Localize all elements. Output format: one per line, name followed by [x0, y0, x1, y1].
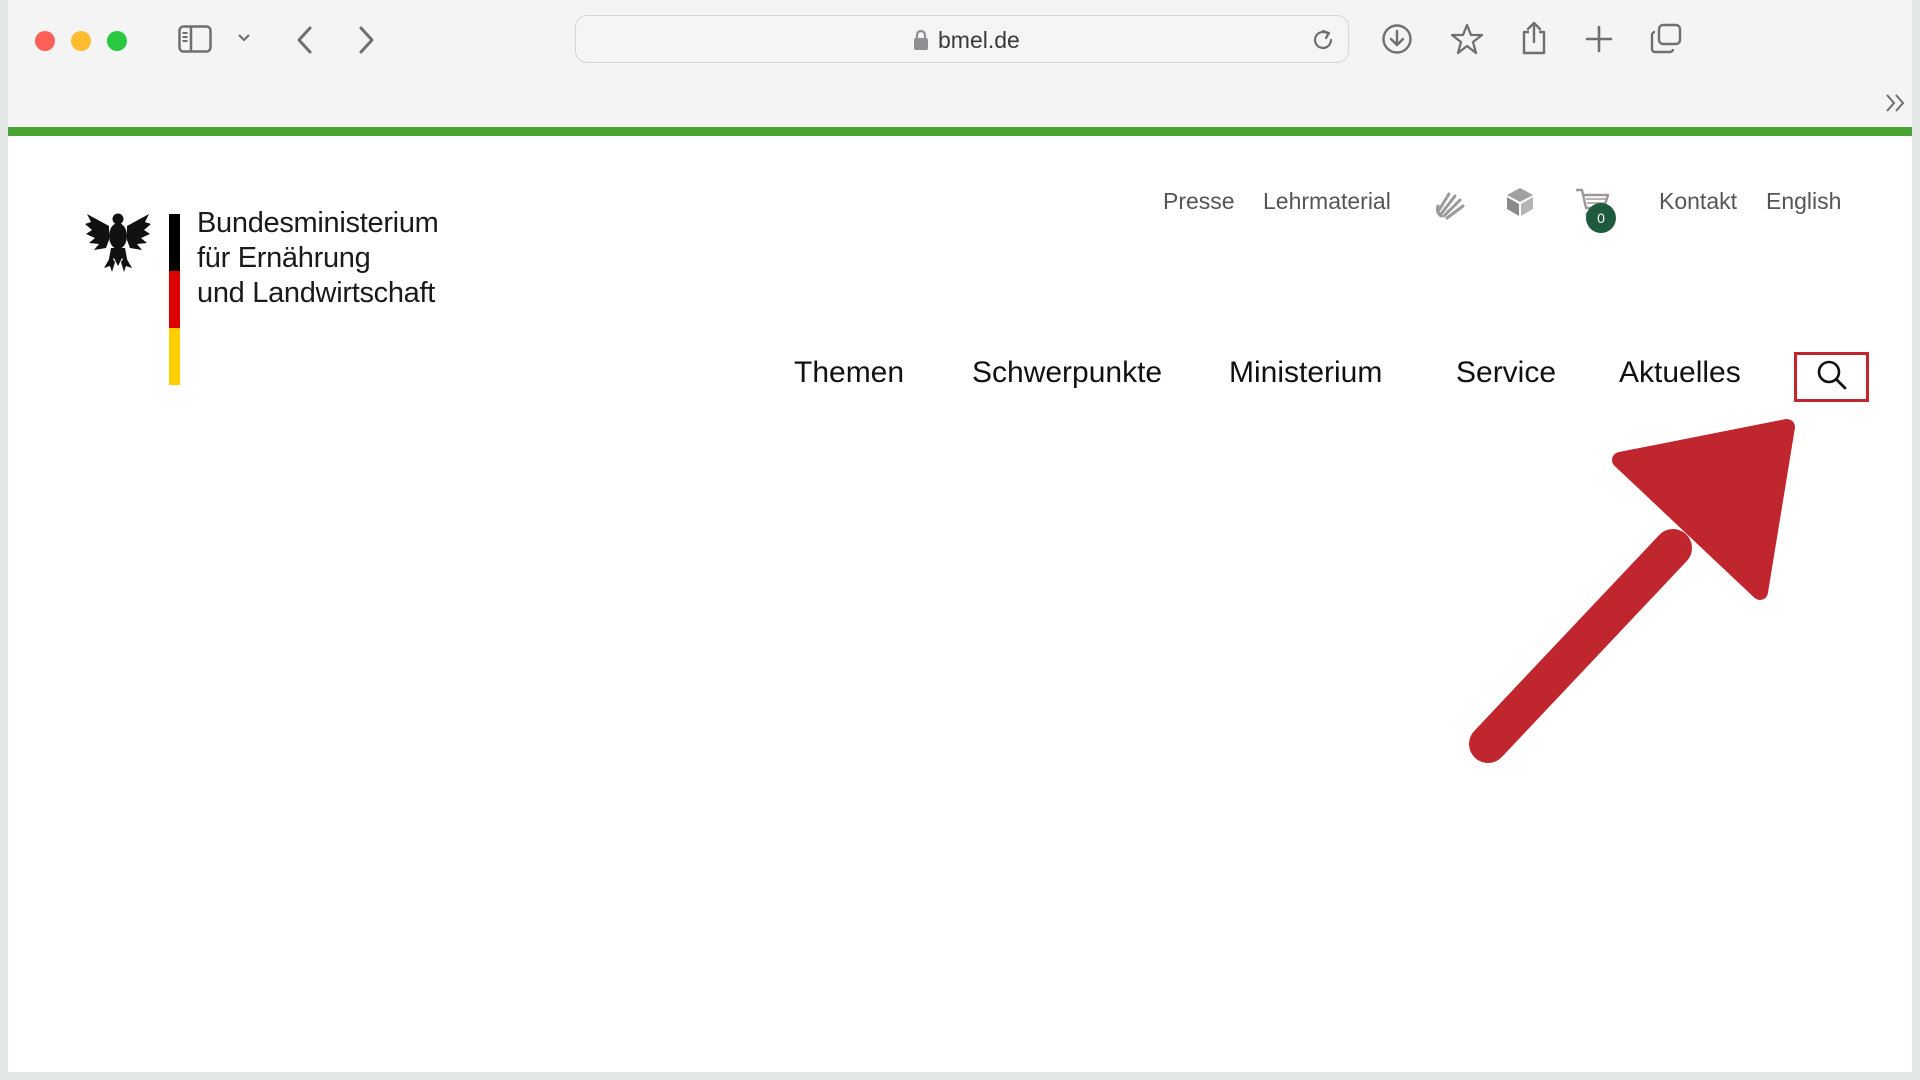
nav-ministerium[interactable]: Ministerium — [1229, 356, 1382, 390]
flag-red — [169, 271, 180, 328]
highlight-arrow-annotation — [1469, 419, 1795, 763]
logo-line-2: für Ernährung — [197, 242, 371, 274]
new-tab-icon[interactable] — [1585, 25, 1613, 53]
close-window-button[interactable] — [35, 31, 55, 51]
lock-icon — [913, 29, 929, 56]
nav-schwerpunkte[interactable]: Schwerpunkte — [972, 356, 1162, 390]
forward-icon[interactable] — [358, 25, 376, 55]
site-accent-bar — [8, 127, 1912, 136]
share-icon[interactable] — [1520, 20, 1548, 56]
ministry-logo-text[interactable]: Bundesministerium für Ernährung und Land… — [197, 206, 439, 311]
bookmark-star-icon[interactable] — [1450, 22, 1484, 56]
minimize-window-button[interactable] — [71, 31, 91, 51]
sign-language-icon[interactable] — [1433, 186, 1467, 225]
zoom-window-button[interactable] — [107, 31, 127, 51]
presse-link[interactable]: Presse — [1163, 188, 1235, 215]
flag-gold — [169, 328, 180, 385]
nav-service[interactable]: Service — [1456, 356, 1556, 390]
cart-count-badge: 0 — [1586, 203, 1616, 233]
sidebar-toggle-icon[interactable] — [178, 25, 212, 53]
download-icon[interactable] — [1381, 23, 1413, 55]
federal-eagle-icon[interactable] — [84, 208, 152, 279]
browser-toolbar: bmel.de — [8, 0, 1912, 127]
double-chevron-right-icon[interactable] — [1884, 92, 1908, 114]
easy-language-icon[interactable] — [1505, 186, 1535, 223]
nav-themen[interactable]: Themen — [794, 356, 904, 390]
browser-window: bmel.de Bundesministerium für Ernährung … — [8, 0, 1912, 1072]
german-flag-stripe — [169, 214, 180, 385]
kontakt-link[interactable]: Kontakt — [1659, 188, 1737, 215]
flag-black — [169, 214, 180, 271]
address-bar[interactable]: bmel.de — [575, 15, 1349, 63]
search-icon — [1816, 359, 1848, 396]
logo-line-3: und Landwirtschaft — [197, 277, 436, 309]
chevron-down-icon[interactable] — [237, 33, 251, 43]
back-icon[interactable] — [295, 25, 313, 55]
nav-aktuelles[interactable]: Aktuelles — [1619, 356, 1741, 390]
logo-line-1: Bundesministerium — [197, 207, 439, 239]
url-text: bmel.de — [938, 27, 1020, 53]
lehrmaterial-link[interactable]: Lehrmaterial — [1263, 188, 1391, 215]
english-link[interactable]: English — [1766, 188, 1841, 215]
search-button[interactable] — [1794, 352, 1869, 402]
tab-overview-icon[interactable] — [1649, 23, 1683, 55]
reload-icon[interactable] — [1310, 27, 1336, 58]
